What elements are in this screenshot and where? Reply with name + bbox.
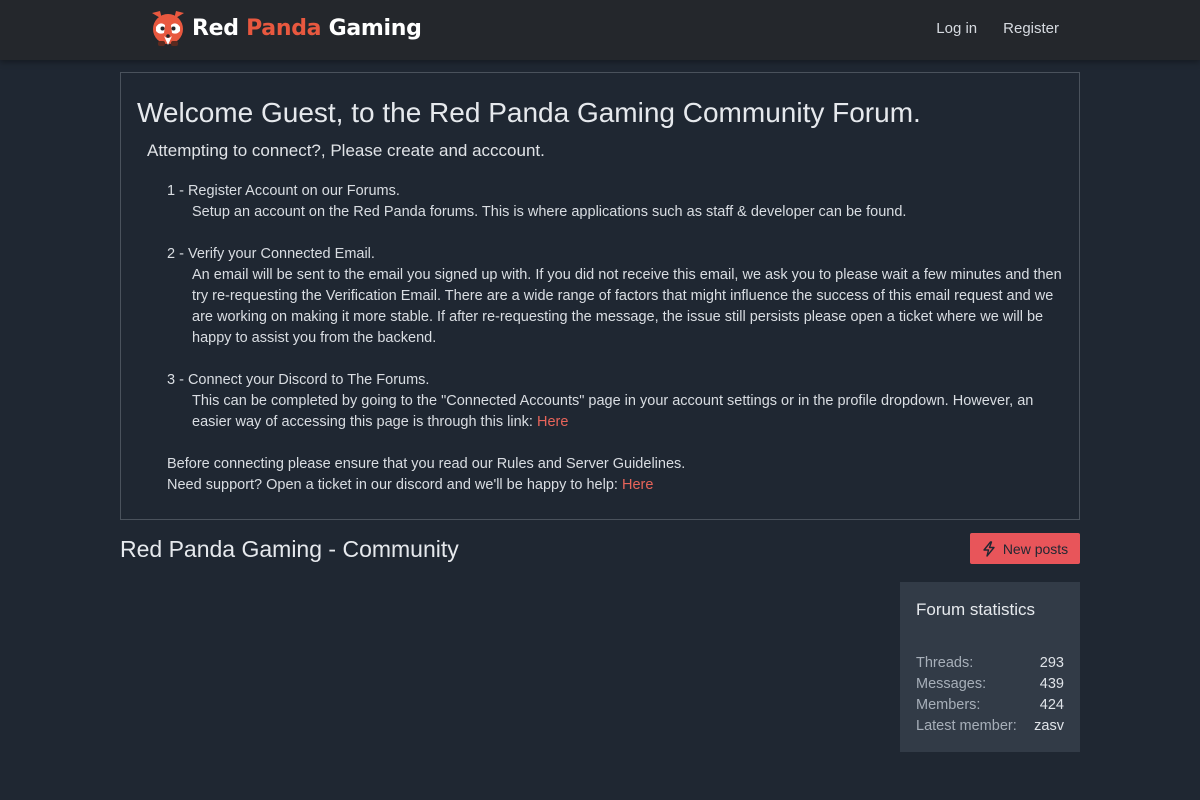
red-panda-logo-icon (152, 11, 184, 46)
stats-row-messages: Messages: 439 (916, 674, 1064, 695)
step-body: Setup an account on the Red Panda forums… (192, 204, 907, 220)
stat-value: 424 (1039, 697, 1064, 713)
step-body: This can be completed by going to the "C… (167, 391, 1067, 433)
step-item: 2 - Verify your Connected Email. An emai… (167, 244, 1067, 349)
stat-label: Threads: (916, 655, 974, 671)
stat-label: Messages: (916, 676, 987, 692)
stat-value: 439 (1039, 676, 1064, 692)
notice-title: Welcome Guest, to the Red Panda Gaming C… (137, 97, 921, 128)
stats-row-members: Members: 424 (916, 695, 1064, 716)
support-line: Need support? Open a ticket in our disco… (167, 475, 1067, 496)
stats-list: Threads: 293 Messages: 439 Members: 424 … (916, 653, 1064, 737)
logo-word-red: Red (192, 15, 239, 41)
step-item: 1 - Register Account on our Forums. Setu… (167, 181, 1067, 223)
step-title: 1 - Register Account on our Forums. (167, 183, 400, 199)
support-text: Need support? Open a ticket in our disco… (167, 477, 622, 493)
welcome-notice: Welcome Guest, to the Red Panda Gaming C… (120, 72, 1080, 520)
step-title: 3 - Connect your Discord to The Forums. (167, 372, 430, 388)
step-body-text: This can be completed by going to the "C… (192, 393, 1034, 430)
top-navbar: Red Panda Gaming Log in Register (0, 0, 1200, 60)
rules-reminder: Before connecting please ensure that you… (167, 456, 686, 472)
notice-footer: Before connecting please ensure that you… (167, 454, 1067, 496)
logo-word-gaming: Gaming (328, 15, 422, 41)
page-title: Red Panda Gaming - Community (120, 536, 459, 562)
stat-label: Latest member: (916, 718, 1017, 734)
latest-member-link[interactable]: zasv (1034, 716, 1064, 737)
notice-subtitle: Attempting to connect?, Please create an… (147, 141, 545, 160)
stats-row-threads: Threads: 293 (916, 653, 1064, 674)
bolt-icon (983, 540, 995, 557)
stat-value: 293 (1039, 655, 1064, 671)
logo-text: Red Panda Gaming (192, 16, 422, 41)
step-body: An email will be sent to the email you s… (192, 267, 1062, 346)
support-discord-link[interactable]: Here (622, 477, 653, 493)
logo-word-panda: Panda (246, 15, 322, 41)
stat-label: Members: (916, 697, 981, 713)
account-nav: Log in Register (936, 20, 1059, 37)
forum-statistics-panel: Forum statistics Threads: 293 Messages: … (900, 582, 1080, 752)
stats-title: Forum statistics (916, 600, 1036, 619)
register-link[interactable]: Register (1003, 20, 1059, 37)
step-item: 3 - Connect your Discord to The Forums. … (167, 370, 1067, 433)
login-link[interactable]: Log in (936, 20, 977, 37)
new-posts-label: New posts (1002, 540, 1069, 557)
site-logo[interactable]: Red Panda Gaming (150, 8, 422, 48)
step-title: 2 - Verify your Connected Email. (167, 246, 375, 262)
connected-accounts-link[interactable]: Here (537, 414, 568, 430)
new-posts-button[interactable]: New posts (970, 533, 1080, 564)
steps-list: 1 - Register Account on our Forums. Setu… (167, 181, 1067, 496)
stats-row-latest-member: Latest member: zasv (916, 716, 1064, 737)
